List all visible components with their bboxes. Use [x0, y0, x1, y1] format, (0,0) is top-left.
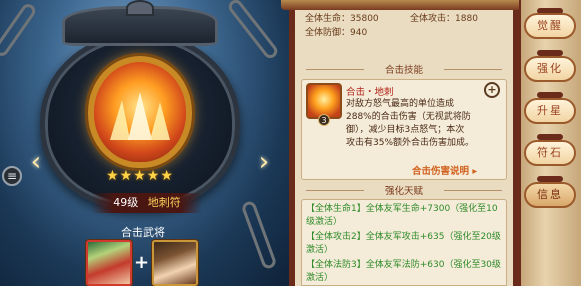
tab-star-up[interactable]: 升星 — [524, 98, 576, 124]
next-arrow-icon[interactable]: › — [256, 146, 272, 178]
stat-value: 35800 — [350, 14, 379, 24]
rune-display-scene: ★★★★★ 49级 地刺符 ‹ › ≡ 合击武将 + — [0, 0, 290, 286]
rune-name: 地刺符 — [147, 196, 181, 209]
stat-atk: 全体攻击：1880 — [410, 12, 515, 26]
hanging-chain-bottom — [240, 199, 278, 271]
zoom-icon[interactable]: + — [484, 82, 500, 98]
combo-skill-title: 合击技能 — [306, 62, 502, 76]
stat-hp: 全体生命：35800 — [305, 12, 410, 26]
plus-icon: + — [134, 252, 150, 273]
tab-awaken[interactable]: 觉醒 — [524, 13, 576, 39]
hanging-chain-left — [0, 1, 38, 59]
talent-item: 【全体法防3】全体友军法防+630（强化至30级激活） — [306, 260, 501, 283]
combo-damage-info-text: 合击伤害说明 — [412, 166, 470, 177]
menu-icon[interactable]: ≡ — [2, 166, 22, 186]
panel-top-trim — [281, 0, 527, 10]
talent-item: 【全体攻击2】全体友军攻击+635（强化至20级激活） — [306, 232, 501, 255]
skill-desc-line: 对敌方怒气最高的单位造成 — [346, 99, 455, 109]
rune-stats: 全体生命：35800 全体攻击：1880 全体防御：940 — [305, 12, 515, 40]
combo-skill-title-text: 合击技能 — [384, 65, 423, 76]
tab-info[interactable]: 信息 — [524, 182, 576, 208]
rune-level: 49级 — [113, 196, 139, 209]
tab-rune-stone[interactable]: 符石 — [524, 140, 576, 166]
talent-title-text: 强化天赋 — [384, 186, 423, 197]
talent-item: 【全体生命1】全体友军生命+7300（强化至10级激活） — [306, 204, 498, 227]
skill-desc-line: 288%的合击伤害（无视武将防 — [346, 112, 471, 122]
prev-arrow-icon[interactable]: ‹ — [28, 146, 44, 178]
rune-name-plate: 49级 地刺符 — [92, 193, 202, 213]
lantern-knob — [126, 0, 154, 16]
hero-portrait-1[interactable] — [86, 240, 132, 286]
skill-name: 合击・地刺 — [346, 87, 394, 98]
skill-level-badge: 3 — [318, 114, 330, 126]
skill-description: 对敌方怒气最高的单位造成 288%的合击伤害（无视武将防 御），减少目标3点怒气… — [346, 98, 502, 150]
skill-desc-line: 攻击有35%额外合击伤害加成。 — [346, 138, 475, 148]
combo-damage-info-link[interactable]: 合击伤害说明 ▸ — [412, 163, 477, 177]
hero-portrait-2[interactable] — [152, 240, 198, 286]
stat-def: 全体防御：940 — [305, 26, 413, 40]
stat-value: 1880 — [455, 14, 478, 24]
stat-label: 全体防御： — [305, 28, 351, 38]
combo-heroes-label: 合击武将 — [121, 226, 165, 239]
talent-title: 强化天赋 — [306, 183, 502, 197]
skill-desc-line: 御），减少目标3点怒气；本次 — [346, 125, 465, 135]
hanging-chain-right — [225, 0, 281, 61]
tab-enhance[interactable]: 强化 — [524, 56, 576, 82]
stat-label: 全体攻击： — [410, 14, 456, 24]
stat-label: 全体生命： — [305, 14, 351, 24]
arrow-right-icon: ▸ — [472, 166, 478, 177]
star-rating: ★★★★★ — [106, 168, 174, 184]
earth-spike-icon — [110, 92, 170, 140]
stat-value: 940 — [350, 28, 368, 38]
